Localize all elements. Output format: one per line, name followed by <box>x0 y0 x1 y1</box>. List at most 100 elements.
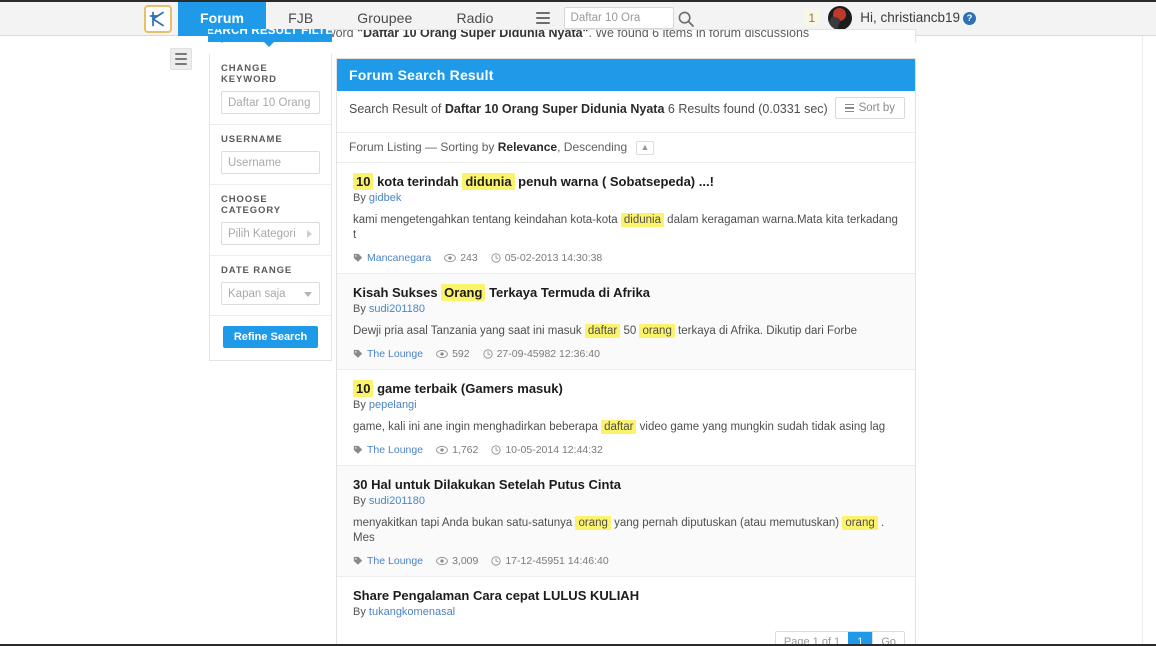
filter-block-username: USERNAME <box>210 125 331 185</box>
caret-down-icon <box>264 42 274 47</box>
user-greeting[interactable]: Hi, christiancb19? <box>860 10 976 25</box>
filter-block-change-keyword: CHANGE KEYWORD <box>210 54 331 125</box>
sidebar-filter-tab[interactable]: SEARCH RESULT FILTER <box>208 29 332 42</box>
highlighted-term: daftar <box>584 324 621 338</box>
search-summary: Search Result of Daftar 10 Orang Super D… <box>337 91 915 133</box>
caret-up-icon[interactable]: ▲ <box>635 141 655 155</box>
result-meta: The Lounge 3,009 17-12-45951 14:46:40 <box>353 555 903 567</box>
date-range-value: Kapan saja <box>228 287 286 300</box>
result-date: 05-02-2013 14:30:38 <box>491 252 602 264</box>
clock-icon <box>491 555 501 567</box>
sidebar-filter-tab-label: SEARCH RESULT FILTER <box>208 29 332 37</box>
username-field[interactable] <box>221 151 320 174</box>
result-views: 1,762 <box>436 444 478 456</box>
hamburger-menu-icon[interactable] <box>530 5 556 31</box>
search-icon[interactable] <box>677 10 695 28</box>
result-views-count: 243 <box>460 252 478 264</box>
result-snippet: game, kali ini ane ingin menghadirkan be… <box>353 420 903 435</box>
search-result-item[interactable]: 10 game terbaik (Gamers masuk) By pepelan… <box>337 370 915 466</box>
avatar[interactable] <box>828 5 853 30</box>
keyword-info-strip: Keyword "Daftar 10 Orang Super Didunia N… <box>294 29 916 42</box>
search-filter-sidebar: CHANGE KEYWORD USERNAME CHOOSE CATEGORY … <box>209 54 332 361</box>
search-results-list: 10 kota terindah didunia penuh warna ( S… <box>337 163 915 646</box>
result-category-link[interactable]: The Lounge <box>353 555 423 567</box>
filter-label-date-range: DATE RANGE <box>221 265 293 276</box>
highlighted-term: orang <box>639 324 675 338</box>
hamburger-line-2 <box>535 17 550 19</box>
kaskus-k-logo-icon[interactable] <box>144 5 172 33</box>
result-meta: The Lounge 1,762 10-05-2014 12:44:32 <box>353 444 903 456</box>
result-category-link[interactable]: The Lounge <box>353 348 423 360</box>
window-top-edge <box>0 0 1156 2</box>
eye-icon <box>436 555 448 567</box>
search-result-item[interactable]: Kisah Sukses Orang Terkaya Termuda di Af… <box>337 274 915 370</box>
choose-category-select[interactable]: Pilih Kategori <box>221 222 320 245</box>
result-author-line: By tukangkomenasal <box>353 606 903 618</box>
tag-icon <box>353 444 363 456</box>
snippet-text: menyakitkan tapi Anda bukan satu-satunya <box>353 517 576 529</box>
sidebar-toggle-hamburger-icon[interactable] <box>170 48 192 70</box>
result-category-label: Mancanegara <box>367 252 432 264</box>
tag-icon <box>353 555 363 567</box>
change-keyword-field[interactable] <box>221 91 320 114</box>
filter-block-date-range: DATE RANGE Kapan saja <box>210 256 331 316</box>
result-category-label: The Lounge <box>367 555 424 567</box>
result-views-count: 592 <box>452 348 470 360</box>
result-author-line: By sudi201180 <box>353 495 903 507</box>
result-views-count: 1,762 <box>452 444 479 456</box>
highlighted-term: orang <box>575 516 611 530</box>
snippet-text: Dewji pria asal Tanzania yang saat ini m… <box>353 325 585 337</box>
refine-search-area: Refine Search <box>210 316 331 360</box>
choose-category-value: Pilih Kategori <box>228 227 296 240</box>
nav-item-fjb-label: FJB <box>288 10 314 26</box>
listing-sort-field[interactable]: Relevance <box>498 140 557 154</box>
change-keyword-input[interactable] <box>228 96 313 109</box>
user-greeting-label: Hi, christiancb19 <box>860 10 960 25</box>
result-author-line: By gidbek <box>353 192 903 204</box>
clock-icon <box>491 252 501 264</box>
hamburger-line-1 <box>535 12 550 14</box>
result-title[interactable]: Kisah Sukses Orang Terkaya Termuda di Af… <box>353 284 903 301</box>
result-author-link[interactable]: sudi201180 <box>369 303 425 315</box>
result-title[interactable]: 10 kota terindah didunia penuh warna ( S… <box>353 173 903 190</box>
title-text: kota terindah <box>373 174 463 189</box>
search-input[interactable] <box>564 12 673 24</box>
refine-search-button[interactable]: Refine Search <box>222 326 319 348</box>
result-date-value: 27-09-45982 12:36:40 <box>496 348 600 360</box>
highlighted-term: Orang <box>441 284 486 301</box>
result-title[interactable]: 10 game terbaik (Gamers masuk) <box>353 380 903 397</box>
date-range-select[interactable]: Kapan saja <box>221 282 320 305</box>
result-title[interactable]: 30 Hal untuk Dilakukan Setelah Putus Cin… <box>353 476 903 493</box>
clock-icon <box>483 348 493 360</box>
help-badge-icon[interactable]: ? <box>963 12 976 25</box>
search-result-item[interactable]: 10 kota terindah didunia penuh warna ( S… <box>337 163 915 274</box>
highlighted-term: didunia <box>462 173 515 190</box>
result-date: 10-05-2014 12:44:32 <box>491 444 603 456</box>
result-author-link[interactable]: tukangkomenasal <box>369 606 455 618</box>
result-views: 592 <box>436 348 470 360</box>
snippet-text: 50 <box>620 325 640 337</box>
result-author-link[interactable]: pepelangi <box>369 399 417 411</box>
result-date-value: 10-05-2014 12:44:32 <box>505 444 603 456</box>
username-input[interactable] <box>228 156 313 169</box>
nav-item-groupee-label: Groupee <box>357 10 413 26</box>
snippet-text: video game yang mungkin sudah tidak asin… <box>636 421 886 433</box>
title-text: Kisah Sukses <box>353 285 442 300</box>
header-search-box[interactable] <box>563 7 694 29</box>
result-author-link[interactable]: sudi201180 <box>369 495 425 507</box>
listing-prefix: Forum Listing — Sorting by <box>349 140 495 154</box>
result-title[interactable]: Share Pengalaman Cara cepat LULUS KULIAH <box>353 587 903 604</box>
result-author-link[interactable]: gidbek <box>369 192 401 204</box>
sort-by-button[interactable]: Sort by <box>834 97 905 119</box>
result-category-link[interactable]: Mancanegara <box>353 252 431 264</box>
notification-count-badge[interactable]: 1 <box>803 9 821 26</box>
search-result-item[interactable]: 30 Hal untuk Dilakukan Setelah Putus Cin… <box>337 466 915 577</box>
result-category-link[interactable]: The Lounge <box>353 444 423 456</box>
snippet-text: yang pernah diputuskan (atau memutuskan) <box>610 517 843 529</box>
snippet-text: kami mengetengahkan tentang keindahan ko… <box>353 214 621 226</box>
clock-icon <box>491 444 501 456</box>
result-by-label: By <box>353 606 366 618</box>
search-summary-suffix: 6 Results found (0.0331 sec) <box>667 102 828 116</box>
page-root: Forum FJB Groupee Radio Daftar 10 Ora 1 … <box>0 0 1156 646</box>
result-by-label: By <box>353 192 366 204</box>
